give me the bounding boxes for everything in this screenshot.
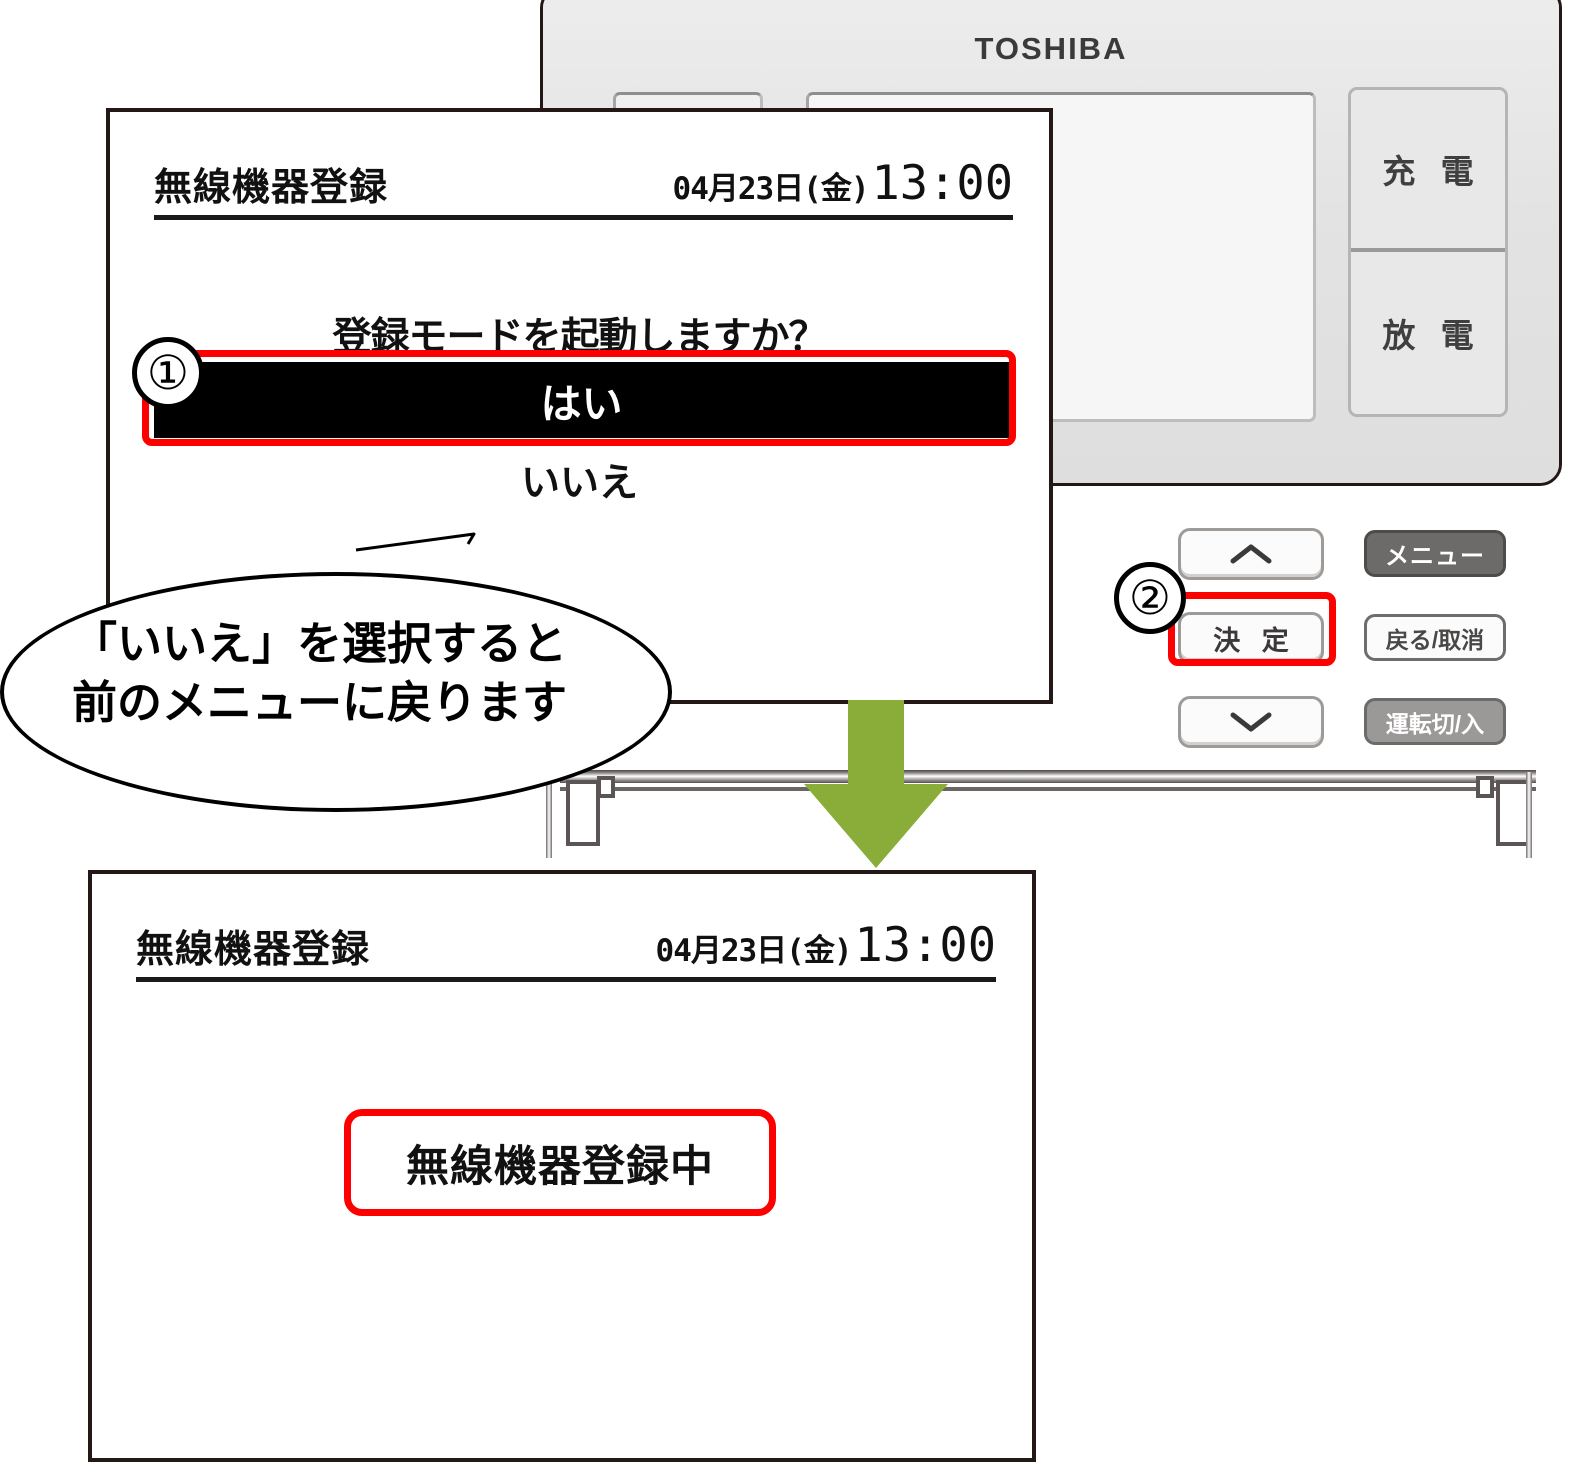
back-cancel-button-label: 戻る/取消 bbox=[1385, 626, 1485, 653]
illustration-canvas: TOSHIBA 充 電 放 電 決 定 メニュー 戻る/取消 運転切/入 ② 無… bbox=[0, 0, 1575, 1469]
step-marker-2: ② bbox=[1114, 562, 1186, 634]
callout-line-1: 「いいえ」を選択すると bbox=[72, 617, 568, 670]
lcd2-header: 無線機器登録 04月23日(金) 13:00 bbox=[136, 918, 996, 982]
toshiba-brand-logo: TOSHIBA bbox=[974, 31, 1128, 66]
lcd-screen-registering: 無線機器登録 04月23日(金) 13:00 無線機器登録中 bbox=[88, 870, 1036, 1462]
charge-discharge-button-group: 充 電 放 電 bbox=[1348, 87, 1508, 417]
lcd2-date: 04月23日(金) bbox=[655, 933, 853, 969]
mounting-hook-left bbox=[566, 780, 600, 846]
step-marker-1: ① bbox=[132, 337, 204, 409]
callout-text: 「いいえ」を選択すると 前のメニューに戻ります bbox=[72, 614, 612, 733]
up-button[interactable] bbox=[1178, 528, 1324, 580]
lcd2-time: 13:00 bbox=[854, 918, 996, 973]
lcd2-title: 無線機器登録 bbox=[136, 927, 371, 971]
lcd1-date: 04月23日(金) bbox=[672, 171, 870, 207]
mounting-hook-right bbox=[1496, 780, 1530, 846]
power-button-label: 運転切/入 bbox=[1385, 710, 1485, 737]
lcd1-clock: 04月23日(金) 13:00 bbox=[673, 156, 1013, 211]
yes-option-highlight bbox=[142, 350, 1016, 446]
back-cancel-button[interactable]: 戻る/取消 bbox=[1364, 614, 1506, 661]
mounting-hook-nub-right bbox=[1476, 776, 1494, 798]
arrow-down-icon bbox=[804, 700, 948, 868]
device-mounting-rail bbox=[560, 770, 1536, 783]
lcd2-clock: 04月23日(金) 13:00 bbox=[656, 918, 996, 973]
charge-button[interactable]: 充 電 bbox=[1351, 90, 1505, 252]
chevron-down-icon bbox=[1230, 712, 1272, 732]
callout-line-2: 前のメニューに戻ります bbox=[72, 676, 568, 730]
device-rail-edge bbox=[560, 787, 1536, 791]
menu-button[interactable]: メニュー bbox=[1364, 530, 1506, 577]
lcd1-title: 無線機器登録 bbox=[154, 165, 389, 209]
mounting-hook-nub-left bbox=[597, 776, 615, 798]
lcd1-time: 13:00 bbox=[871, 156, 1013, 211]
lcd1-header: 無線機器登録 04月23日(金) 13:00 bbox=[154, 156, 1013, 220]
enter-button-highlight bbox=[1168, 592, 1336, 666]
power-button[interactable]: 運転切/入 bbox=[1364, 698, 1506, 745]
chevron-up-icon bbox=[1230, 544, 1272, 564]
discharge-button[interactable]: 放 電 bbox=[1351, 252, 1505, 414]
device-side-post-right bbox=[1526, 772, 1532, 858]
down-button[interactable] bbox=[1178, 696, 1324, 748]
registering-status-badge: 無線機器登録中 bbox=[344, 1109, 776, 1216]
menu-button-label: メニュー bbox=[1385, 543, 1485, 570]
